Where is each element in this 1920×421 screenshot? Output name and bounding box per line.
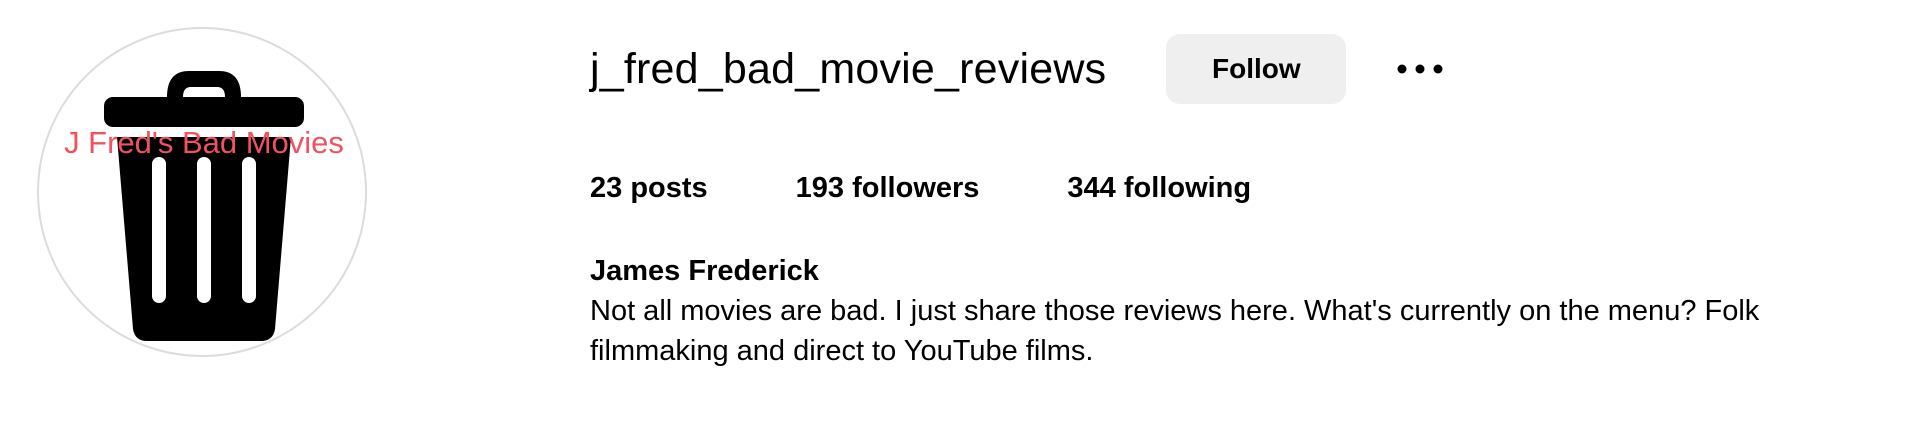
profile-page: J Fred's Bad Movies j_fred_bad_movie_rev…: [0, 0, 1920, 421]
followers-count[interactable]: 193 followers: [796, 166, 980, 210]
posts-count: 23 posts: [590, 172, 708, 204]
trash-can-icon: [104, 71, 304, 341]
profile-full-name: James Frederick: [590, 255, 819, 287]
more-options-button[interactable]: [1390, 39, 1450, 99]
profile-bio: James Frederick Not all movies are bad. …: [590, 251, 1910, 371]
avatar-overlay-text: J Fred's Bad Movies: [64, 125, 344, 160]
follow-button[interactable]: Follow: [1166, 34, 1347, 104]
profile-username: j_fred_bad_movie_reviews: [590, 45, 1107, 93]
profile-avatar[interactable]: J Fred's Bad Movies: [37, 27, 367, 357]
profile-stats: 23 posts 193 followers 344 following: [590, 166, 1251, 210]
profile-header: j_fred_bad_movie_reviews Follow: [590, 33, 1450, 105]
following-count[interactable]: 344 following: [1067, 166, 1251, 210]
more-options-icon: [1397, 64, 1443, 74]
profile-bio-text: Not all movies are bad. I just share tho…: [590, 295, 1760, 367]
